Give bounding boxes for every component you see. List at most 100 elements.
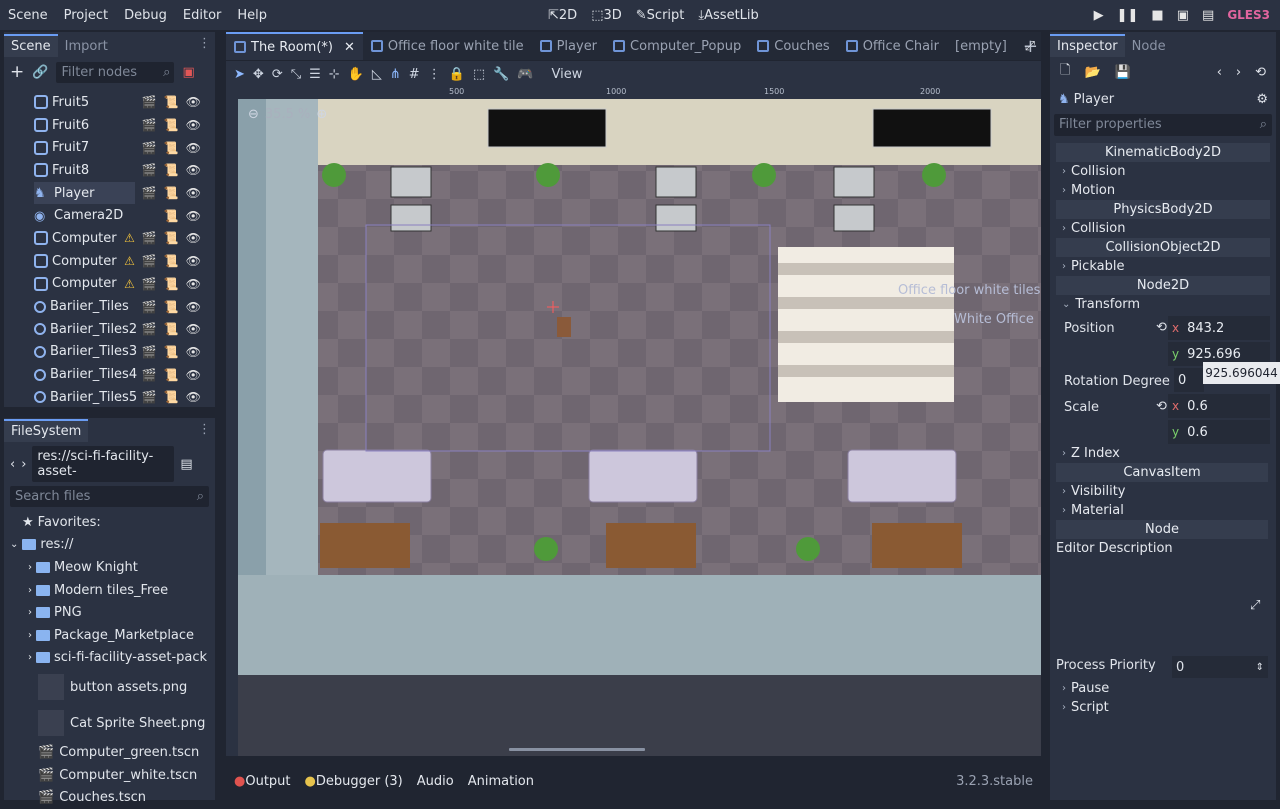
scene-instance-icon[interactable]: 🎬 [142, 118, 157, 132]
snap-icon[interactable]: ⋔ [390, 67, 401, 82]
scene-tree-node[interactable]: ♞ Player 🎬 📜 👁 [34, 181, 201, 205]
reset-icon[interactable]: ⟲ [1156, 320, 1167, 335]
scale-y-field[interactable]: y 0.6 [1168, 420, 1270, 444]
section-collision[interactable]: › Collision [1056, 162, 1270, 181]
history-icon[interactable]: ⟲ [1255, 65, 1266, 80]
scale-x-field[interactable]: x 0.6 [1168, 394, 1270, 418]
add-node-icon[interactable]: + [10, 62, 24, 82]
scene-tree-node[interactable]: Fruit5 🎬 📜 👁 [34, 91, 215, 114]
scene-instance-icon[interactable]: 🎬 [142, 95, 157, 109]
inspected-object[interactable]: Player [1074, 92, 1114, 107]
script-icon[interactable]: 📜 [164, 322, 179, 336]
renderer-label[interactable]: GLES3 [1227, 8, 1270, 22]
scene-tree-node[interactable]: ◉ Camera2D 📜 👁 [34, 204, 215, 227]
section-collision[interactable]: › Collision [1056, 219, 1270, 238]
visibility-icon[interactable]: 👁 [186, 300, 201, 314]
skeleton-icon[interactable]: 🔧 [493, 67, 509, 82]
new-resource-icon[interactable]: 🗋 [1060, 61, 1070, 83]
workspace-script[interactable]: ✎Script [636, 8, 685, 23]
section-zindex[interactable]: › Z Index [1056, 444, 1268, 463]
scene-instance-icon[interactable]: 🎬 [142, 231, 157, 245]
scene-tree-node[interactable]: Computer ⚠ 🎬 📜 👁 [34, 273, 215, 296]
back-icon[interactable]: ‹ [10, 457, 15, 472]
scene-instance-icon[interactable]: 🎬 [142, 277, 157, 291]
menu-editor[interactable]: Editor [175, 8, 229, 23]
scene-tree-node[interactable]: Bariier_Tiles2 🎬 📜 👁 [34, 318, 215, 341]
list-select-icon[interactable]: ☰ [309, 67, 321, 82]
script-icon[interactable]: 📜 [164, 345, 179, 359]
script-icon[interactable]: 📜 [164, 95, 179, 109]
move-tool-icon[interactable]: ✥ [253, 67, 264, 82]
editor-description-field[interactable] [1056, 559, 1238, 651]
rotation-field[interactable]: 0 [1174, 368, 1204, 392]
file-item[interactable]: ⌄ res:// [10, 534, 215, 557]
scene-instance-icon[interactable]: 🎬 [142, 141, 157, 155]
file-item[interactable]: 🎬 Couches.tscn [22, 786, 215, 809]
scene-tree-node[interactable]: Bariier_Tiles5 🎬 📜 👁 [34, 386, 215, 409]
scene-instance-icon[interactable]: 🎬 [142, 322, 157, 336]
menu-debug[interactable]: Debug [116, 8, 175, 23]
script-icon[interactable]: 📜 [164, 277, 179, 291]
visibility-icon[interactable]: 👁 [186, 345, 201, 359]
file-item[interactable]: › Package_Marketplace [22, 624, 215, 647]
scene-instance-icon[interactable]: 🎬 [142, 254, 157, 268]
section-visibility[interactable]: › Visibility [1056, 482, 1268, 501]
warning-icon[interactable]: ⚠ [124, 254, 135, 268]
file-item[interactable]: › PNG [22, 601, 215, 624]
process-priority-field[interactable]: 0 ⇕ [1172, 656, 1268, 678]
history-back-icon[interactable]: ‹ [1217, 65, 1222, 80]
script-icon[interactable]: 📜 [164, 118, 179, 132]
scene-instance-icon[interactable]: 🎬 [142, 163, 157, 177]
link-icon[interactable]: 🔗 [32, 65, 48, 80]
history-forward-icon[interactable]: › [1236, 65, 1241, 80]
filter-properties-input[interactable]: Filter properties ⌕ [1054, 114, 1272, 136]
snap-options-icon[interactable]: ⋮ [428, 67, 441, 82]
scene-instance-icon[interactable]: 🎬 [142, 345, 157, 359]
visibility-icon[interactable]: 👁 [186, 209, 201, 223]
scene-tree-node[interactable]: Bariier_Tiles3 🎬 📜 👁 [34, 341, 215, 364]
scene-tree-node[interactable]: Fruit8 🎬 📜 👁 [34, 159, 215, 182]
script-icon[interactable]: 📜 [164, 163, 179, 177]
scene-tree-node[interactable]: Computer ⚠ 🎬 📜 👁 [34, 227, 215, 250]
visibility-icon[interactable]: 👁 [186, 254, 201, 268]
select-tool-icon[interactable]: ➤ [234, 67, 245, 82]
scene-instance-icon[interactable]: 🎬 [142, 390, 157, 404]
visibility-icon[interactable]: 👁 [186, 390, 201, 404]
section-motion[interactable]: › Motion [1056, 181, 1270, 200]
scene-tree-node[interactable]: Bariier_Tiles 🎬 📜 👁 [34, 295, 215, 318]
scene-instance-icon[interactable]: 🎬 [142, 300, 157, 314]
file-item[interactable]: › Meow Knight [22, 556, 215, 579]
section-material[interactable]: › Material [1056, 501, 1268, 520]
pivot-icon[interactable]: ⊹ [329, 67, 340, 82]
script-icon[interactable]: 📜 [164, 141, 179, 155]
scene-tab[interactable]: Office floor white tile [363, 32, 532, 60]
tab-scene[interactable]: Scene [4, 34, 58, 57]
play-scene-icon[interactable]: ▣ [1177, 8, 1189, 23]
object-settings-icon[interactable]: ⚙ [1256, 92, 1268, 107]
scene-tab[interactable]: The Room(*) ✕ [226, 32, 363, 60]
reset-icon[interactable]: ⟲ [1156, 399, 1167, 414]
script-icon[interactable]: 📜 [164, 231, 179, 245]
script-icon[interactable]: 📜 [164, 390, 179, 404]
file-item[interactable]: Cat Sprite Sheet.png [22, 705, 215, 741]
scene-tab[interactable]: Computer_Popup [605, 32, 749, 60]
visibility-icon[interactable]: 👁 [186, 231, 201, 245]
menu-project[interactable]: Project [56, 8, 116, 23]
script-attach-icon[interactable]: ▣ [182, 65, 194, 80]
visibility-icon[interactable]: 👁 [186, 163, 201, 177]
script-icon[interactable]: 📜 [164, 368, 179, 382]
rotate-tool-icon[interactable]: ⟳ [272, 67, 283, 82]
ruler-tool-icon[interactable]: ◺ [372, 67, 382, 82]
section-pickable[interactable]: › Pickable [1056, 257, 1270, 276]
tab-import[interactable]: Import [58, 36, 115, 57]
file-item[interactable]: 🎬 Computer_green.tscn [22, 741, 215, 764]
workspace-2d[interactable]: ⇱2D [548, 8, 577, 23]
section-transform[interactable]: ⌄ Transform [1056, 295, 1270, 314]
visibility-icon[interactable]: 👁 [186, 322, 201, 336]
scene-tree-node[interactable]: Fruit7 🎬 📜 👁 [34, 136, 215, 159]
script-icon[interactable]: 📜 [164, 300, 179, 314]
scene-tree-node[interactable]: Fruit6 🎬 📜 👁 [34, 114, 215, 137]
split-view-icon[interactable]: ▤ [180, 457, 192, 472]
tab-filesystem[interactable]: FileSystem [4, 419, 89, 442]
workspace-assetlib[interactable]: ⤓AssetLib [698, 8, 758, 23]
